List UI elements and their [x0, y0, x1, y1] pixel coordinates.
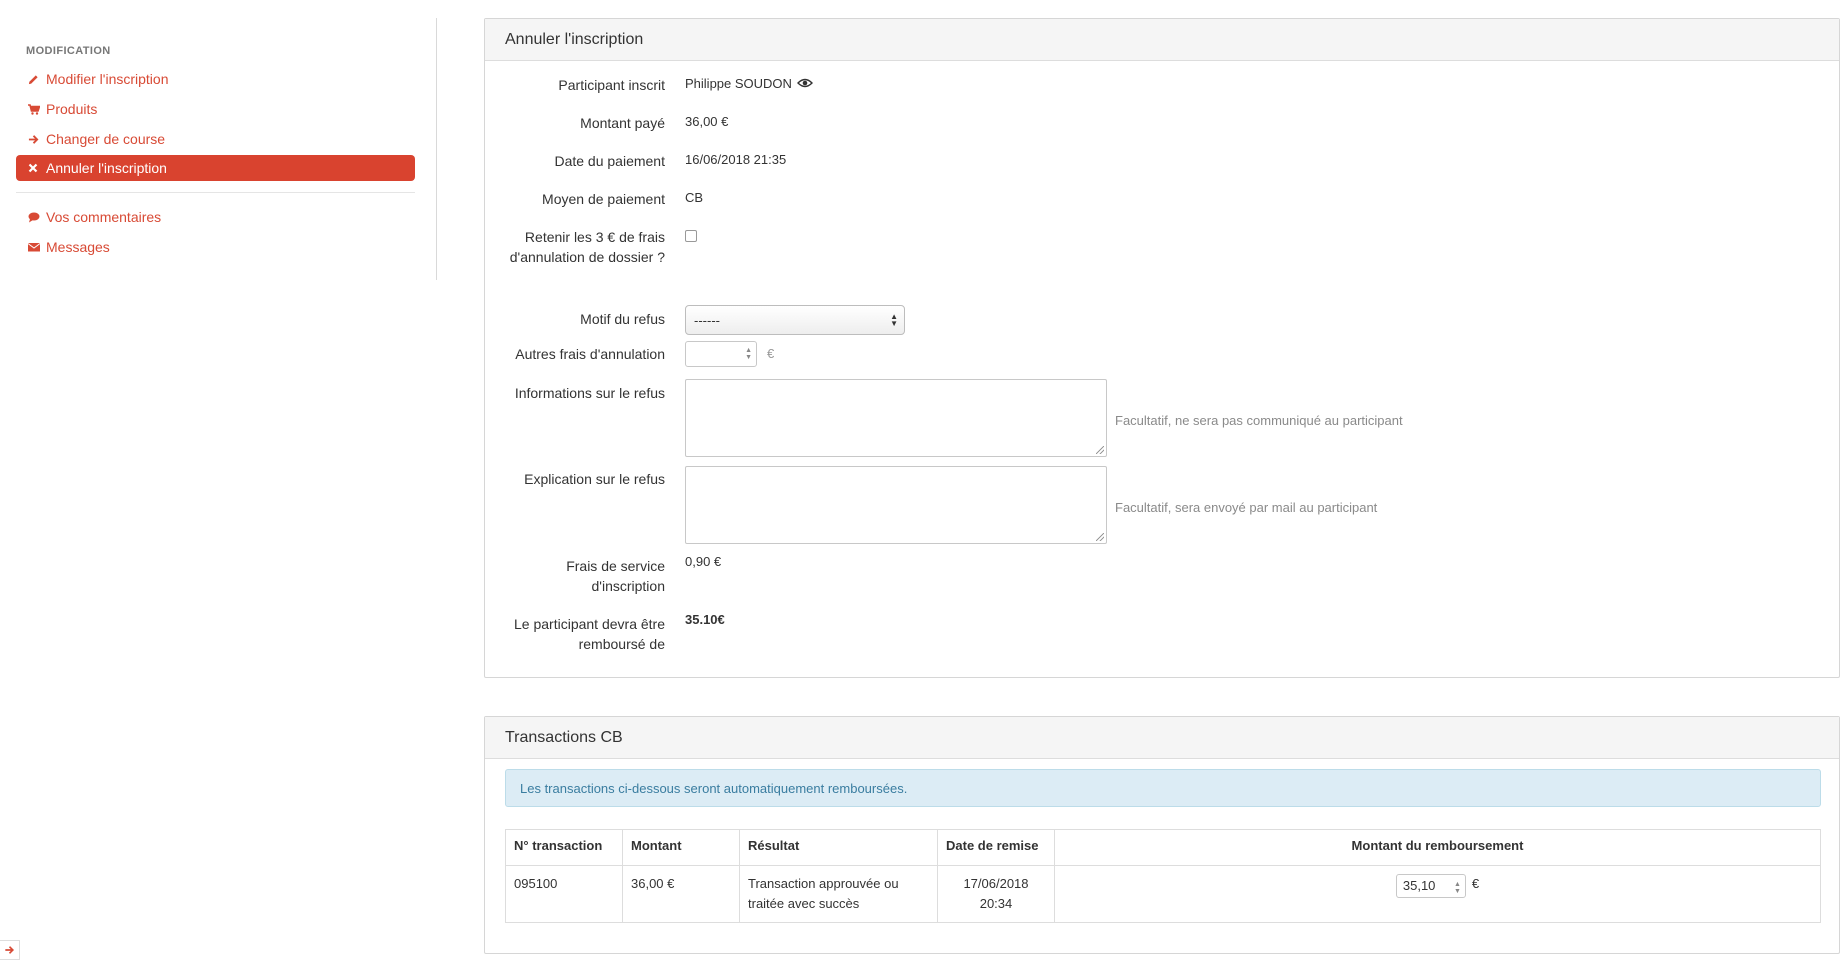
panel-title: Transactions CB: [485, 717, 1839, 759]
reason-select[interactable]: ------ ▲ ▼: [685, 305, 905, 335]
select-arrows-icon: ▲ ▼: [890, 312, 898, 328]
sidebar-item-annuler-inscription[interactable]: Annuler l'inscription: [16, 155, 415, 181]
other-fees-unit: €: [767, 346, 775, 361]
service-fee-label: Frais de service d'inscription: [566, 558, 665, 594]
other-fees-input[interactable]: ▲ ▼: [685, 341, 757, 367]
explanation-label: Explication sur le refus: [524, 471, 665, 487]
table-row: 095100 36,00 € Transaction approuvée ou …: [505, 865, 1821, 923]
refund-amount-input[interactable]: 35,10 ▲ ▼: [1395, 874, 1466, 898]
col-header-refund-amount: Montant du remboursement: [1054, 829, 1821, 866]
info-alert: Les transactions ci-dessous seront autom…: [505, 769, 1821, 807]
transactions-table: N° transaction Montant Résultat Date de …: [505, 829, 1821, 923]
col-header-transaction: N° transaction: [505, 829, 623, 866]
arrow-right-icon: [28, 134, 46, 145]
sidebar-item-modifier-inscription[interactable]: Modifier l'inscription: [16, 66, 415, 92]
table-header-row: N° transaction Montant Résultat Date de …: [505, 829, 1821, 866]
refund-unit: €: [1471, 876, 1480, 891]
resize-grip-icon[interactable]: [1096, 533, 1104, 541]
sidebar-item-messages[interactable]: Messages: [16, 234, 415, 260]
sidebar-item-commentaires[interactable]: Vos commentaires: [16, 204, 415, 230]
toggle-arrow-button[interactable]: [0, 940, 20, 960]
col-header-amount: Montant: [622, 829, 740, 866]
reason-label: Motif du refus: [580, 311, 665, 327]
refund-amount-value: 35,10: [1402, 878, 1436, 893]
refund-total-label: Le participant devra être remboursé de: [514, 616, 665, 652]
spinner-icon[interactable]: ▲ ▼: [1454, 881, 1461, 895]
arrow-right-icon: [4, 942, 15, 958]
cell-result: Transaction approuvée ou traitée avec su…: [739, 865, 938, 923]
sidebar-item-label: Changer de course: [46, 131, 166, 147]
retain-fees-label: Retenir les 3 € de frais d'annulation de…: [509, 229, 665, 265]
cancel-registration-panel: Annuler l'inscription Participant inscri…: [484, 18, 1840, 678]
sidebar-divider: [16, 192, 415, 193]
explanation-help-text: Facultatif, sera envoyé par mail au part…: [1115, 500, 1378, 515]
sidebar-item-label: Vos commentaires: [46, 209, 162, 225]
col-header-result: Résultat: [739, 829, 938, 866]
cart-icon: [28, 103, 46, 115]
sidebar: MODIFICATION Modifier l'inscription Prod…: [0, 18, 437, 280]
amount-value: 36,00 €: [685, 114, 729, 129]
retain-fees-checkbox[interactable]: [685, 230, 697, 242]
date-value: 16/06/2018 21:35: [685, 152, 787, 167]
page: MODIFICATION Modifier l'inscription Prod…: [0, 0, 1843, 960]
amount-label: Montant payé: [580, 115, 665, 131]
close-icon: [28, 163, 46, 173]
explanation-textarea[interactable]: [685, 466, 1107, 544]
cell-refund: 35,10 ▲ ▼ €: [1054, 865, 1821, 923]
service-fee-value: 0,90 €: [685, 554, 722, 569]
spinner-icon[interactable]: ▲ ▼: [745, 347, 752, 361]
sidebar-item-label: Messages: [46, 239, 110, 255]
sidebar-item-label: Modifier l'inscription: [46, 71, 169, 87]
info-label: Informations sur le refus: [514, 385, 665, 401]
other-fees-label: Autres frais d'annulation: [515, 346, 665, 362]
method-label: Moyen de paiement: [542, 191, 665, 207]
pencil-icon: [28, 74, 46, 85]
reason-select-value: ------: [694, 312, 720, 328]
sidebar-item-changer-course[interactable]: Changer de course: [16, 126, 415, 152]
refund-total-value: 35.10€: [685, 612, 725, 627]
participant-value: Philippe SOUDON: [685, 76, 792, 91]
info-help-text: Facultatif, ne sera pas communiqué au pa…: [1115, 413, 1403, 428]
method-value: CB: [685, 190, 704, 205]
sidebar-item-label: Annuler l'inscription: [46, 160, 167, 176]
col-header-date: Date de remise: [937, 829, 1055, 866]
info-textarea[interactable]: [685, 379, 1107, 457]
cell-date: 17/06/2018 20:34: [937, 865, 1055, 923]
sidebar-heading: MODIFICATION: [26, 45, 111, 57]
comment-icon: [28, 212, 46, 223]
cell-amount: 36,00 €: [622, 865, 740, 923]
participant-label: Participant inscrit: [558, 77, 665, 93]
eye-icon[interactable]: [796, 75, 813, 93]
transactions-panel: Transactions CB Les transactions ci-dess…: [484, 716, 1840, 954]
cell-transaction-id: 095100: [505, 865, 623, 923]
panel-title: Annuler l'inscription: [485, 19, 1839, 61]
resize-grip-icon[interactable]: [1096, 446, 1104, 454]
sidebar-item-label: Produits: [46, 101, 98, 117]
envelope-icon: [28, 242, 46, 252]
date-label: Date du paiement: [554, 153, 665, 169]
sidebar-item-produits[interactable]: Produits: [16, 96, 415, 122]
